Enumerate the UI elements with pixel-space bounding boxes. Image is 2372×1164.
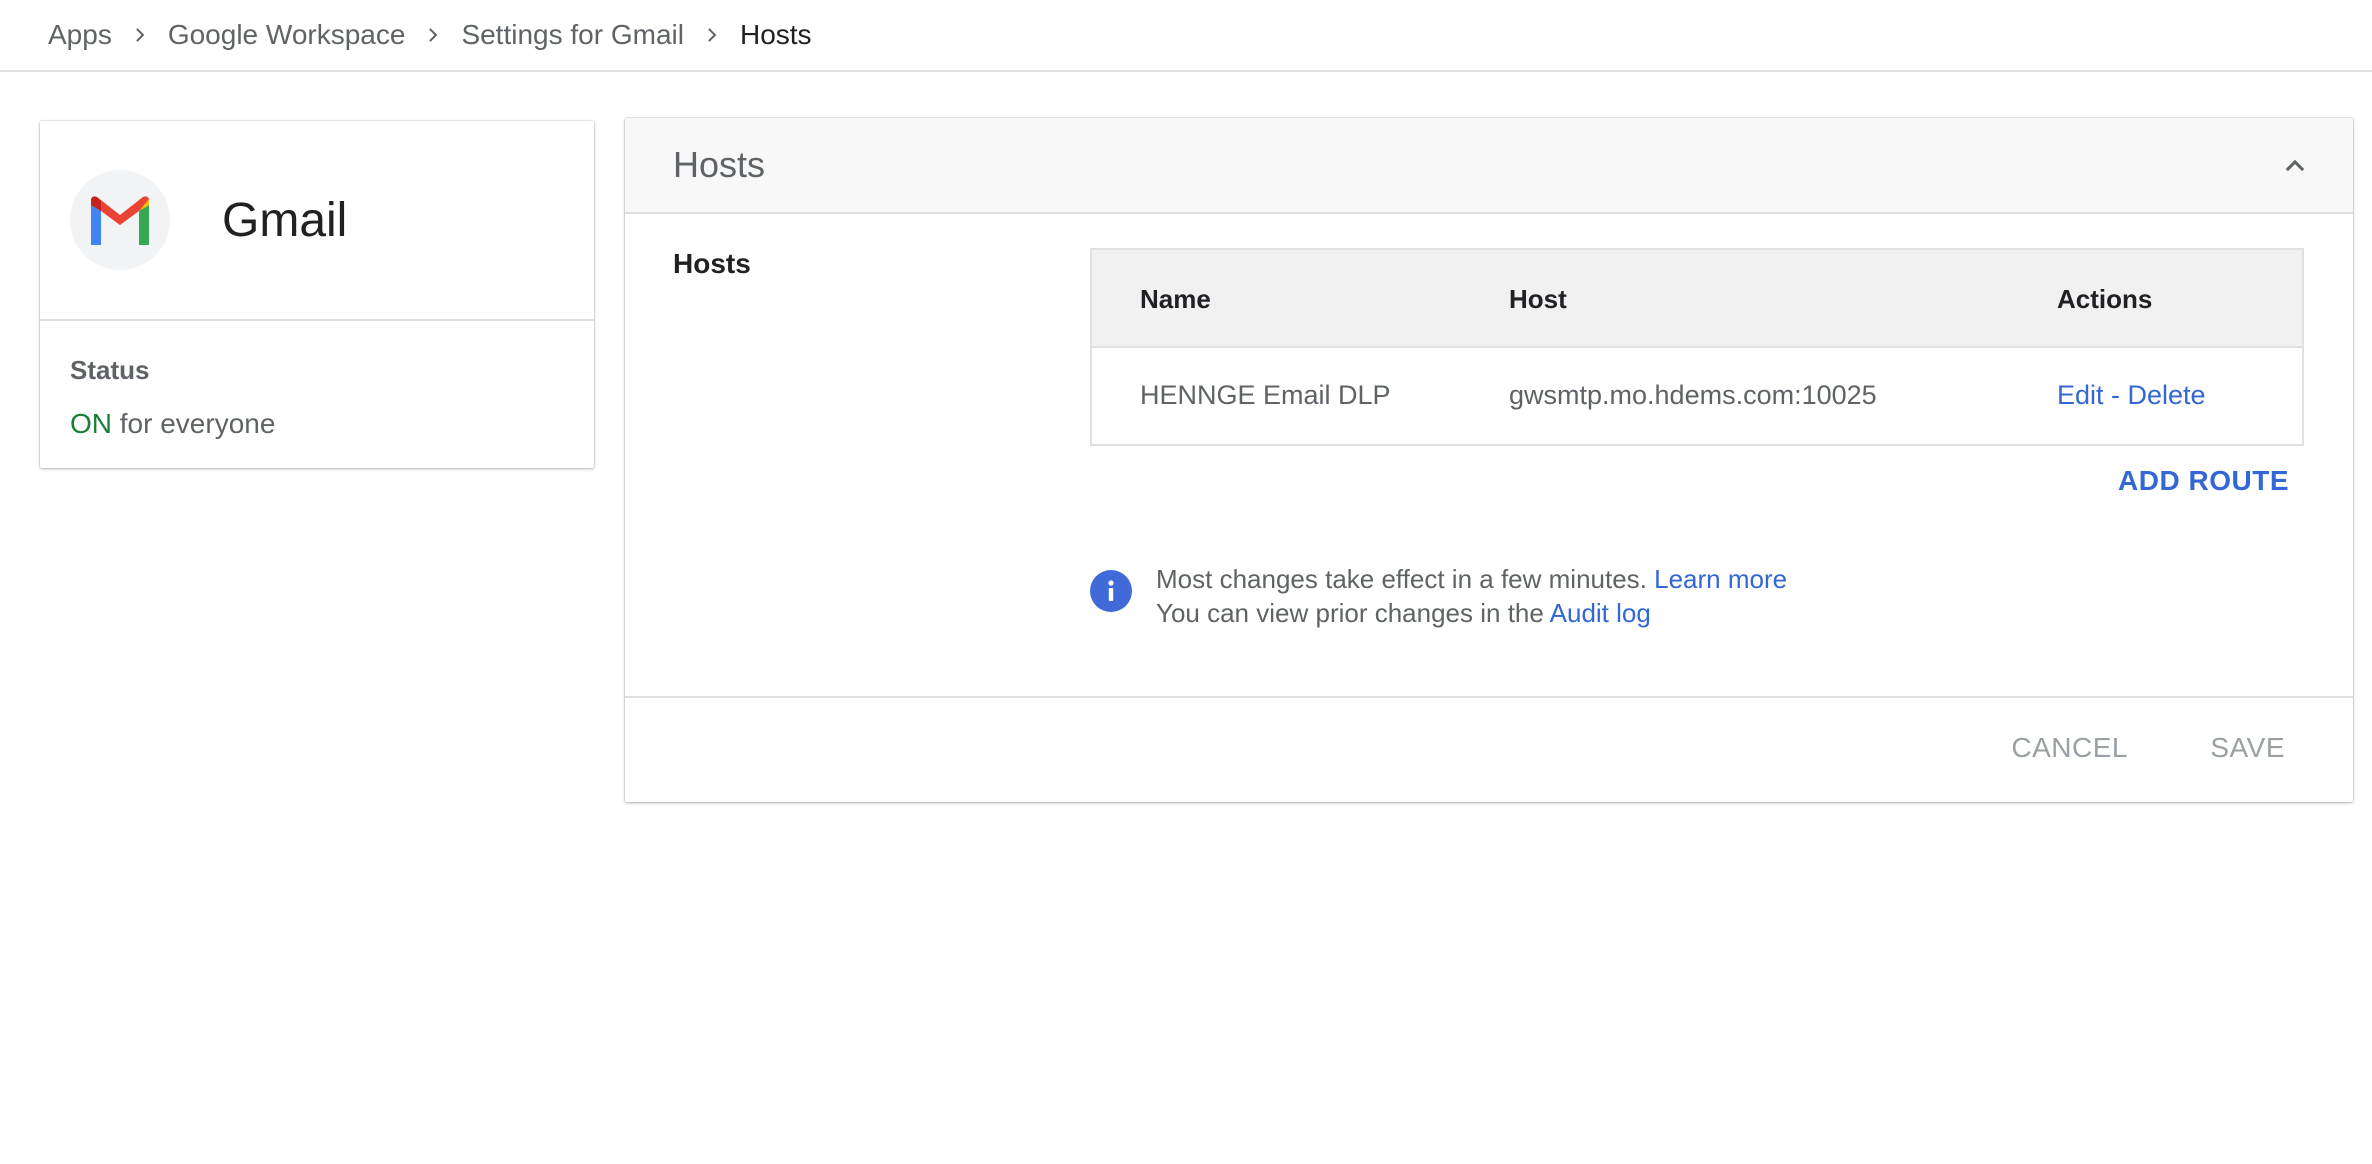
status-on-text: ON [70, 408, 112, 439]
info-line-1-text: Most changes take effect in a few minute… [1156, 564, 1655, 594]
column-header-host: Host [1509, 284, 1567, 314]
info-icon [1090, 570, 1132, 612]
chevron-right-icon [413, 0, 453, 71]
action-separator: - [2103, 380, 2128, 410]
info-text: Most changes take effect in a few minute… [1156, 562, 1787, 630]
host-name-cell: HENNGE Email DLP [1140, 380, 1391, 410]
info-note: Most changes take effect in a few minute… [1090, 562, 1787, 630]
table-row: HENNGE Email DLP gwsmtp.mo.hdems.com:100… [1092, 348, 2302, 444]
breadcrumb-apps[interactable]: Apps [48, 19, 112, 51]
chevron-right-icon [692, 0, 732, 71]
section-label: Hosts [673, 248, 751, 279]
cancel-button[interactable]: CANCEL [2011, 732, 2128, 764]
add-route-button[interactable]: ADD ROUTE [2118, 465, 2289, 497]
app-card-header: Gmail [40, 121, 594, 321]
table-header: Name Host Actions [1092, 250, 2302, 348]
learn-more-link[interactable]: Learn more [1654, 564, 1787, 594]
hosts-table: Name Host Actions HENNGE Email DLP gwsmt… [1090, 248, 2304, 446]
breadcrumb-google-workspace[interactable]: Google Workspace [168, 19, 406, 51]
chevron-up-icon[interactable] [2275, 146, 2315, 186]
status-value: ON for everyone [70, 408, 564, 440]
panel-title: Hosts [673, 144, 766, 185]
save-button[interactable]: SAVE [2210, 732, 2285, 764]
hosts-panel: Hosts Hosts Name Host Actions HENNGE Ema… [625, 118, 2353, 802]
info-line-2: You can view prior changes in the Audit … [1156, 596, 1787, 630]
status-suffix-text: for everyone [112, 408, 276, 439]
gmail-logo-icon [70, 170, 170, 270]
app-summary-card: Gmail Status ON for everyone [40, 121, 594, 468]
breadcrumb-settings-for-gmail[interactable]: Settings for Gmail [461, 19, 684, 51]
app-name: Gmail [222, 193, 348, 247]
column-header-name: Name [1140, 284, 1211, 314]
app-status-section: Status ON for everyone [40, 321, 594, 440]
breadcrumb-current: Hosts [739, 19, 812, 50]
panel-footer: CANCEL SAVE [625, 696, 2353, 802]
audit-log-link[interactable]: Audit log [1550, 598, 1651, 628]
panel-header[interactable]: Hosts [625, 118, 2353, 214]
edit-link[interactable]: Edit [2057, 380, 2104, 410]
host-address-cell: gwsmtp.mo.hdems.com:10025 [1509, 380, 1877, 410]
info-line-2-text: You can view prior changes in the [1156, 598, 1550, 628]
breadcrumb: Apps Google Workspace Settings for Gmail… [0, 0, 2372, 72]
delete-link[interactable]: Delete [2128, 380, 2206, 410]
info-line-1: Most changes take effect in a few minute… [1156, 562, 1787, 596]
column-header-actions: Actions [2057, 284, 2153, 314]
chevron-right-icon [120, 0, 160, 71]
status-label: Status [70, 355, 150, 385]
actions-cell: Edit - Delete [2057, 380, 2206, 411]
